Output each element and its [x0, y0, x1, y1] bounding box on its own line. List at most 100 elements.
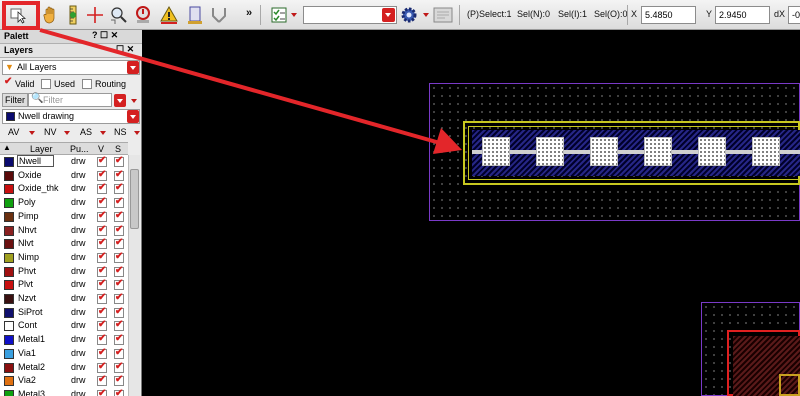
visible-checkbox[interactable] [97, 237, 107, 250]
selectable-checkbox[interactable] [114, 224, 124, 236]
as-dropdown-arrow[interactable] [100, 131, 106, 135]
visible-checkbox[interactable] [97, 361, 107, 373]
visible-checkbox[interactable] [97, 374, 107, 387]
ns-dropdown-arrow[interactable] [134, 131, 140, 135]
selectable-checkbox[interactable] [114, 306, 124, 318]
selectable-checkbox[interactable] [114, 251, 124, 263]
contact-square[interactable] [644, 137, 672, 166]
selectable-checkbox[interactable] [114, 237, 124, 250]
visible-checkbox[interactable] [97, 265, 107, 277]
dx-coord-field[interactable]: -0.5200 [788, 6, 800, 24]
layer-row[interactable]: Nwell drw [0, 155, 128, 169]
visible-checkbox[interactable] [97, 155, 107, 167]
visible-checkbox[interactable] [97, 292, 107, 304]
column-layer[interactable]: Layer [30, 144, 53, 154]
layer-set-dropdown[interactable]: ▼ All Layers [2, 60, 140, 75]
visible-checkbox[interactable] [97, 388, 107, 396]
current-layer-dropdown[interactable]: Nwell drawing [2, 109, 140, 124]
layer-row[interactable]: Phvt drw [0, 265, 128, 279]
visible-checkbox[interactable] [97, 224, 107, 236]
toolbar-overflow[interactable]: » [246, 7, 252, 19]
crosshair-icon[interactable] [84, 4, 106, 26]
selectable-checkbox[interactable] [114, 196, 124, 209]
checklist-icon[interactable] [268, 4, 290, 26]
column-visible[interactable]: V [98, 144, 104, 154]
scrollbar-thumb[interactable] [130, 169, 139, 229]
palette-window-controls[interactable]: ? ☐ ✕ [92, 30, 118, 41]
chevron-down-icon[interactable] [127, 110, 139, 123]
selectable-checkbox[interactable] [114, 388, 124, 396]
filter-menu-arrow[interactable] [131, 99, 137, 103]
filter-input[interactable]: 🔍 Filter [28, 93, 112, 107]
visible-checkbox[interactable] [97, 278, 107, 291]
layer-row[interactable]: Poly drw [0, 196, 128, 210]
used-checkbox[interactable] [41, 79, 51, 89]
purpose-combo[interactable] [303, 6, 397, 24]
layer-row[interactable]: Plvt drw [0, 278, 128, 292]
selectable-checkbox[interactable] [114, 169, 124, 181]
ns-button[interactable]: NS [114, 127, 127, 137]
layer-row[interactable]: Via2 drw [0, 374, 128, 388]
visible-checkbox[interactable] [97, 182, 107, 195]
bin-icon[interactable] [184, 4, 206, 26]
selectable-checkbox[interactable] [114, 278, 124, 291]
merge-icon[interactable] [208, 4, 230, 26]
filter-button[interactable]: Filter [2, 93, 28, 107]
contact-square[interactable] [590, 137, 618, 166]
layer-row[interactable]: Nimp drw [0, 251, 128, 265]
av-dropdown-arrow[interactable] [29, 131, 35, 135]
display-icon[interactable] [432, 4, 454, 26]
y-coord-field[interactable]: 2.9450 [715, 6, 770, 24]
visible-checkbox[interactable] [97, 347, 107, 359]
nv-button[interactable]: NV [44, 127, 57, 137]
selectable-checkbox[interactable] [114, 155, 124, 167]
selectable-checkbox[interactable] [114, 292, 124, 304]
layer-row[interactable]: SiProt drw [0, 306, 128, 320]
layer-row[interactable]: Nlvt drw [0, 237, 128, 251]
contact-square[interactable] [698, 137, 726, 166]
visible-checkbox[interactable] [97, 169, 107, 181]
layer-row[interactable]: Metal3 drw [0, 388, 128, 396]
selectable-checkbox[interactable] [114, 333, 124, 346]
poly-rail[interactable] [472, 150, 800, 154]
layer-row[interactable]: Cont drw [0, 319, 128, 333]
nv-dropdown-arrow[interactable] [64, 131, 70, 135]
layout-canvas[interactable] [143, 30, 800, 396]
gear-dropdown-arrow[interactable] [423, 13, 429, 17]
chevron-down-icon[interactable] [382, 8, 395, 22]
layer-row[interactable]: Metal1 drw [0, 333, 128, 347]
chevron-down-icon[interactable] [127, 61, 139, 74]
visible-checkbox[interactable] [97, 210, 107, 222]
contact-square[interactable] [482, 137, 510, 166]
layers-window-controls[interactable]: ☐ ✕ [116, 44, 134, 55]
checklist-dropdown-arrow[interactable] [291, 13, 297, 17]
visible-checkbox[interactable] [97, 319, 107, 332]
layer-row[interactable]: Metal2 drw [0, 361, 128, 375]
column-purpose[interactable]: Pu... [70, 144, 89, 154]
column-selectable[interactable]: S [115, 144, 121, 154]
visible-checkbox[interactable] [97, 196, 107, 209]
layer-row[interactable]: Via1 drw [0, 347, 128, 361]
valid-checkbox[interactable] [4, 76, 14, 89]
layer-row[interactable]: Nzvt drw [0, 292, 128, 306]
selectable-checkbox[interactable] [114, 182, 124, 195]
routing-checkbox[interactable] [82, 79, 92, 89]
ruler-icon[interactable] [62, 4, 84, 26]
as-button[interactable]: AS [80, 127, 92, 137]
selectable-checkbox[interactable] [114, 319, 124, 332]
warning-icon[interactable] [158, 4, 180, 26]
layer-row[interactable]: Nhvt drw [0, 224, 128, 238]
selectable-checkbox[interactable] [114, 210, 124, 222]
layer-row[interactable]: Oxide drw [0, 169, 128, 183]
av-button[interactable]: AV [8, 127, 19, 137]
visible-checkbox[interactable] [97, 333, 107, 346]
visible-checkbox[interactable] [97, 251, 107, 263]
contact-square[interactable] [536, 137, 564, 166]
gear-icon[interactable] [398, 4, 420, 26]
filter-options-dropdown[interactable] [114, 94, 126, 107]
selectable-checkbox[interactable] [114, 347, 124, 359]
selectable-checkbox[interactable] [114, 361, 124, 373]
lower-yellow-shape[interactable] [779, 374, 800, 396]
x-coord-field[interactable]: 5.4850 [641, 6, 696, 24]
layer-row[interactable]: Oxide_thk drw [0, 182, 128, 196]
